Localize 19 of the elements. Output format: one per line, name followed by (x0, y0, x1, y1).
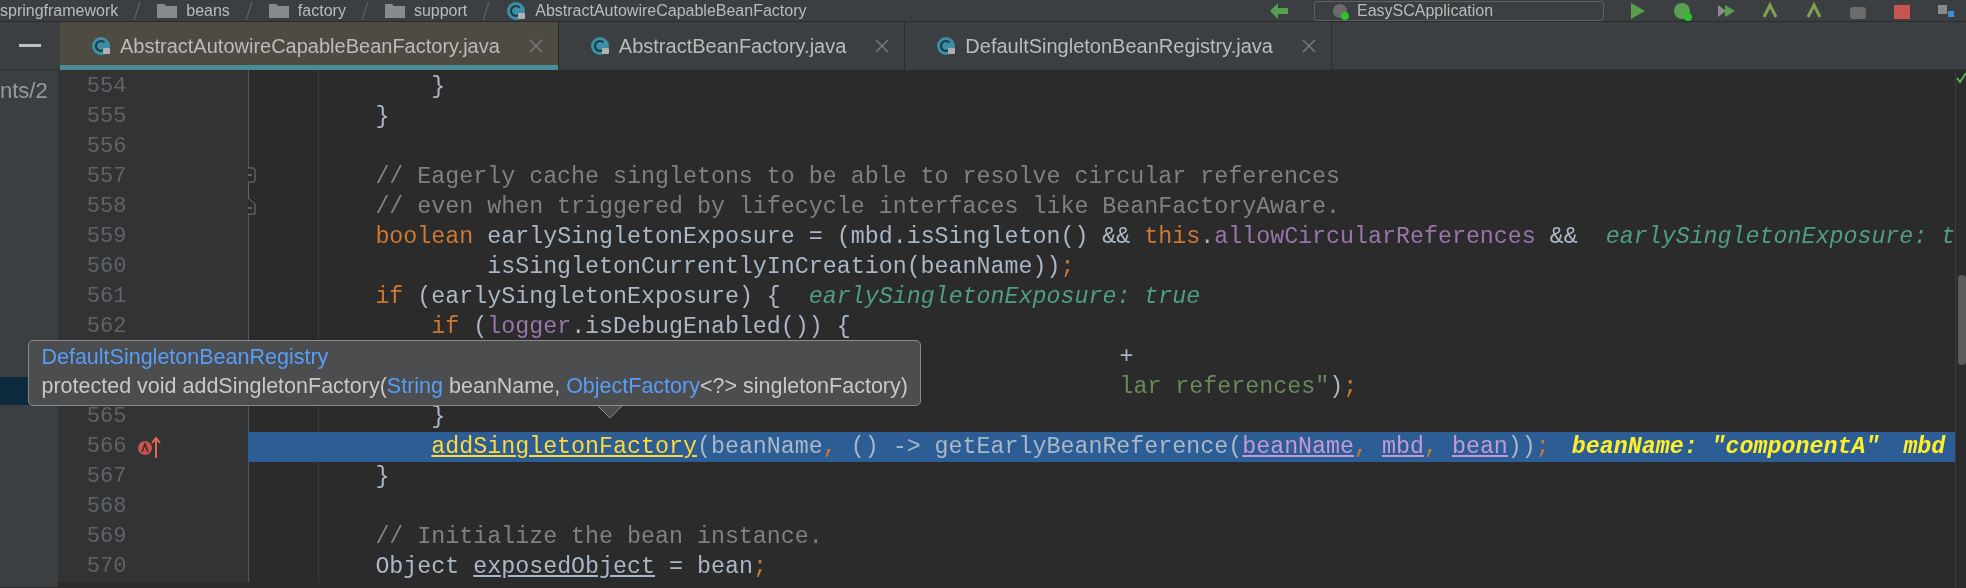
code-line: + (1119, 343, 1134, 372)
inline-hint: beanName: "componentA" (1571, 433, 1880, 462)
code-line: // even when triggered by lifecycle interfaces like BeanFactoryAware. (374, 193, 1341, 222)
code-line: lar references"); (1119, 373, 1358, 402)
code-line: // Eagerly cache singletons to be able to resolve circular references (374, 163, 1341, 192)
inline-hint: earlySingletonExposure: true (808, 283, 1201, 312)
inline-hint: mbd (1903, 433, 1946, 462)
code-line: isSingletonCurrentlyInCreation(beanName)); (486, 253, 1075, 282)
code-line: if (earlySingletonExposure) { (374, 283, 781, 312)
code-line: boolean earlySingletonExposure = (mbd.isSingleton() && this.allowCircularReferences && (374, 223, 1578, 252)
code-line: } (374, 463, 390, 492)
code-line: // Initialize the bean instance. (374, 523, 823, 552)
signature-text: protected void addSingletonFactory(String beanName, ObjectFactory<?> singletonFactory) (41, 373, 908, 400)
code-line: } (374, 103, 390, 132)
code-line: addSingletonFactory(beanName, () -> getEarlyBeanReference(beanName, mbd, bean)); (430, 433, 1550, 462)
code-line: } (430, 73, 446, 102)
code-line: if (logger.isDebugEnabled()) { (430, 313, 851, 342)
inline-hint: earlySingletonExposure: t (1605, 223, 1956, 252)
code-line: Object exposedObject = bean; (374, 553, 767, 582)
